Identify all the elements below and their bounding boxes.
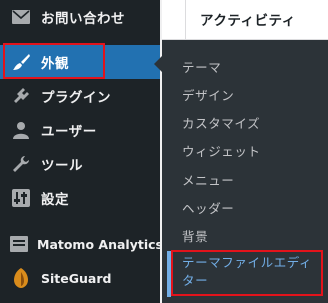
wrench-icon	[10, 153, 32, 175]
submenu-item-menus[interactable]: メニュー	[182, 170, 234, 189]
theme-file-editor-label-line1: テーマファイルエディ	[182, 255, 313, 270]
siteguard-icon	[10, 267, 32, 289]
menu-item-settings[interactable]: 設定	[0, 181, 160, 215]
matomo-icon	[10, 233, 28, 255]
activity-title: アクティビティ	[200, 13, 296, 29]
submenu-item-background[interactable]: 背景	[182, 226, 208, 245]
menu-label-settings: 設定	[41, 192, 69, 208]
menu-label-plugins: プラグイン	[41, 90, 111, 106]
menu-label-tools: ツール	[41, 158, 83, 174]
menu-label-matomo: Matomo Analytics	[37, 236, 163, 252]
menu-item-matomo[interactable]: Matomo Analytics	[0, 227, 163, 261]
panel-divider	[185, 0, 186, 40]
submenu-item-widgets[interactable]: ウィジェット	[182, 141, 261, 160]
submenu-item-themes[interactable]: テーマ	[182, 57, 221, 76]
active-indicator-bar	[167, 251, 171, 297]
submenu-item-header[interactable]: ヘッダー	[182, 198, 234, 217]
menu-label-siteguard: SiteGuard	[41, 270, 112, 286]
envelope-icon	[10, 6, 32, 28]
menu-item-contact[interactable]: お問い合わせ	[0, 0, 160, 34]
menu-item-tools[interactable]: ツール	[0, 147, 160, 181]
plugin-icon	[10, 85, 32, 107]
menu-item-siteguard[interactable]: SiteGuard	[0, 261, 160, 295]
admin-sidebar: お問い合わせ 外観 プラグイン ユーザー ツール 設定 Matomo Analy…	[0, 0, 163, 303]
menu-label-appearance: 外観	[41, 56, 69, 72]
menu-item-plugins[interactable]: プラグイン	[0, 79, 160, 113]
activity-panel-header: アクティビティ	[162, 0, 328, 40]
menu-label-contact: お問い合わせ	[41, 11, 125, 27]
menu-label-users: ユーザー	[41, 124, 97, 140]
menu-item-appearance[interactable]: 外観	[0, 45, 160, 79]
appearance-submenu: テーマ デザイン カスタマイズ ウィジェット メニュー ヘッダー 背景 テーマフ…	[162, 40, 328, 303]
menu-item-users[interactable]: ユーザー	[0, 113, 160, 147]
submenu-pointer	[154, 56, 162, 72]
theme-file-editor-label-line2: ター	[182, 273, 209, 288]
submenu-item-theme-file-editor[interactable]: テーマファイルエディ ター	[182, 254, 312, 290]
submenu-item-design[interactable]: デザイン	[182, 85, 234, 104]
user-icon	[10, 119, 32, 141]
settings-icon	[10, 187, 32, 209]
paintbrush-icon	[10, 51, 32, 73]
submenu-item-customize[interactable]: カスタマイズ	[182, 113, 260, 132]
